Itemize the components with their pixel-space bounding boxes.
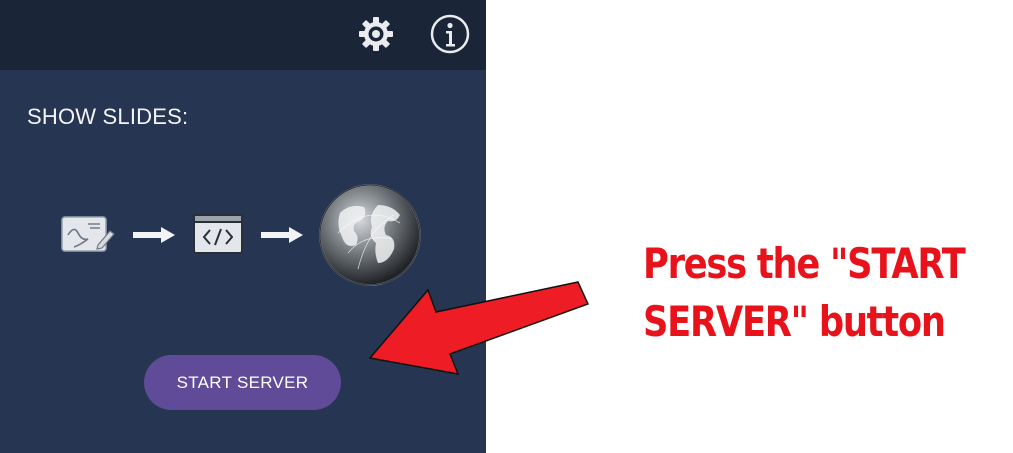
annotation-line-2: SERVER" button <box>643 297 946 346</box>
info-button[interactable] <box>428 12 472 56</box>
start-server-button[interactable]: START SERVER <box>144 355 341 410</box>
annotation-arrow <box>368 281 590 375</box>
slide-drawing-icon <box>61 216 115 252</box>
top-bar <box>0 0 486 70</box>
arrow-right-icon <box>261 227 303 243</box>
app-panel: SHOW SLIDES: START SERVER <box>0 0 486 453</box>
annotation-line-1: Press the "START <box>643 239 966 288</box>
annotation-callout: Press the "START SERVER" button <box>643 235 966 351</box>
section-title: SHOW SLIDES: <box>27 104 189 129</box>
settings-button[interactable] <box>354 12 398 56</box>
gear-icon <box>359 17 393 51</box>
arrow-right-icon <box>133 227 175 243</box>
info-icon <box>430 14 470 54</box>
code-window-icon <box>193 214 243 254</box>
